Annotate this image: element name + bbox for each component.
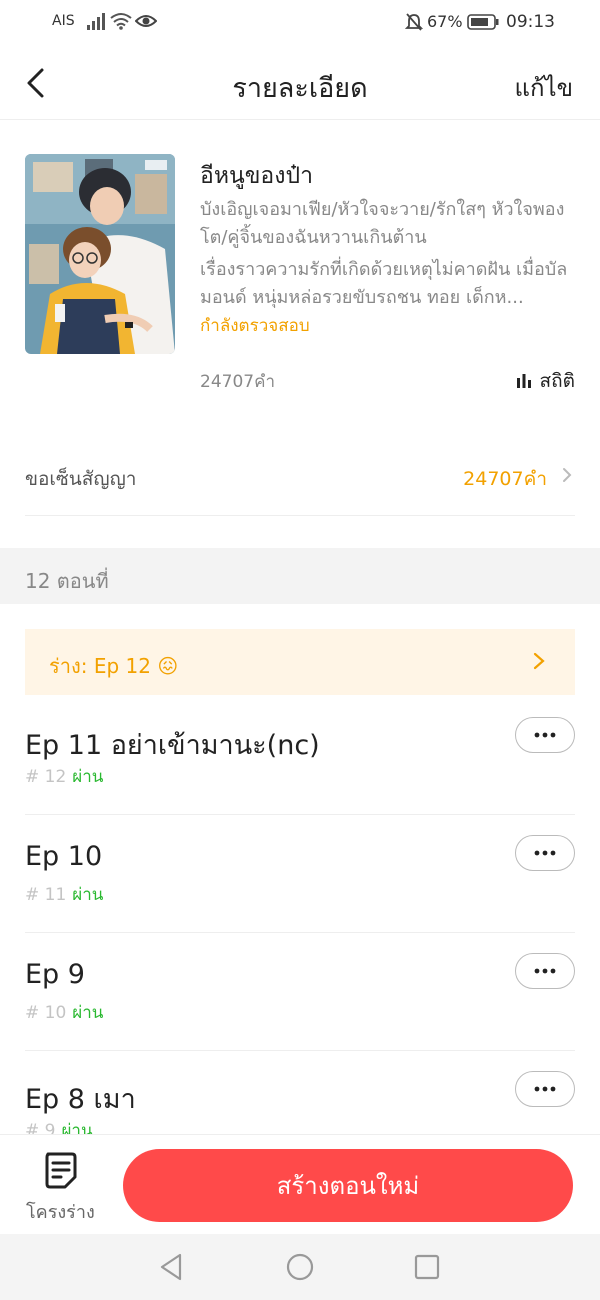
nav-recent-apps-icon[interactable]	[414, 1254, 440, 1280]
book-description: เรื่องราวความรักที่เกิดด้วยเหตุไม่คาดฝัน…	[200, 259, 568, 308]
stats-button[interactable]: สถิติ	[516, 366, 575, 396]
signal-icon	[87, 13, 105, 30]
draft-document-icon[interactable]	[44, 1151, 78, 1189]
episode-row[interactable]: Ep 10 # 11 ผ่าน	[25, 815, 575, 933]
episode-row[interactable]: Ep 9 # 10 ผ่าน	[25, 933, 575, 1051]
episode-status: ผ่าน	[72, 885, 104, 905]
chapter-count-section: 12 ตอนที่	[0, 548, 600, 604]
edit-button[interactable]: แก้ไข	[515, 68, 573, 107]
book-title: อีหนูของป๋า	[200, 163, 313, 189]
battery-percent: 67%	[427, 12, 463, 31]
episode-title: Ep 8 เมา	[25, 1084, 136, 1115]
word-count: 24707คำ	[200, 372, 275, 392]
chevron-right-icon	[563, 468, 572, 482]
episode-more-button[interactable]	[515, 953, 575, 989]
episode-number: # 12	[25, 767, 67, 787]
episode-meta: # 11 ผ่าน	[25, 881, 103, 908]
episode-meta: # 12 ผ่าน	[25, 763, 103, 790]
clock: 09:13	[506, 12, 555, 32]
episode-status: ผ่าน	[72, 1003, 104, 1023]
book-cover-image[interactable]	[25, 154, 175, 354]
episode-meta: # 10 ผ่าน	[25, 999, 103, 1026]
more-dots-icon	[534, 968, 556, 974]
episode-number: # 10	[25, 1003, 67, 1023]
system-nav-bar	[0, 1234, 600, 1300]
stats-label: สถิติ	[539, 370, 575, 392]
episode-more-button[interactable]	[515, 1071, 575, 1107]
more-dots-icon	[534, 732, 556, 738]
top-app-bar: รายละเอียด แก้ไข	[0, 48, 600, 120]
draft-banner-label: ร่าง: Ep 12 😖	[49, 654, 179, 678]
episode-row[interactable]: Ep 11 อย่าเข้ามานะ(nc) # 12 ผ่าน	[25, 697, 575, 815]
status-bar: AIS 67% 09:13	[0, 0, 600, 48]
chevron-right-icon	[533, 652, 545, 670]
contract-label: ขอเซ็นสัญญา	[25, 468, 137, 490]
episode-number: # 11	[25, 885, 67, 905]
episode-more-button[interactable]	[515, 835, 575, 871]
eye-comfort-icon	[135, 15, 157, 27]
episode-title: Ep 11 อย่าเข้ามานะ(nc)	[25, 730, 320, 761]
draft-banner[interactable]: ร่าง: Ep 12 😖	[25, 629, 575, 695]
episode-title: Ep 9	[25, 959, 85, 990]
more-dots-icon	[534, 1086, 556, 1092]
create-new-episode-button[interactable]: สร้างตอนใหม่	[123, 1149, 573, 1222]
contract-value: 24707คำ	[463, 468, 547, 490]
chapter-count-label: 12 ตอนที่	[25, 569, 109, 593]
contract-request-row[interactable]: ขอเซ็นสัญญา 24707คำ	[25, 440, 575, 516]
episode-status: ผ่าน	[72, 767, 104, 787]
carrier-label: AIS	[52, 13, 75, 29]
book-tags: บังเอิญเจอมาเฟีย/หัวใจจะวาย/รักใสๆ หัวใจ…	[200, 199, 565, 248]
page-title: รายละเอียด	[232, 73, 368, 104]
bottom-action-bar: โครงร่าง สร้างตอนใหม่	[0, 1134, 600, 1234]
more-dots-icon	[534, 850, 556, 856]
draft-label[interactable]: โครงร่าง	[26, 1197, 95, 1226]
review-status-label: กำลังตรวจสอบ	[200, 316, 310, 336]
nav-home-icon[interactable]	[286, 1253, 314, 1281]
wifi-icon	[110, 13, 132, 30]
episode-more-button[interactable]	[515, 717, 575, 753]
episode-title: Ep 10	[25, 841, 103, 872]
nav-back-icon[interactable]	[158, 1253, 184, 1281]
battery-icon	[467, 14, 499, 30]
mute-bell-icon	[405, 13, 423, 31]
bar-chart-icon	[516, 374, 531, 388]
